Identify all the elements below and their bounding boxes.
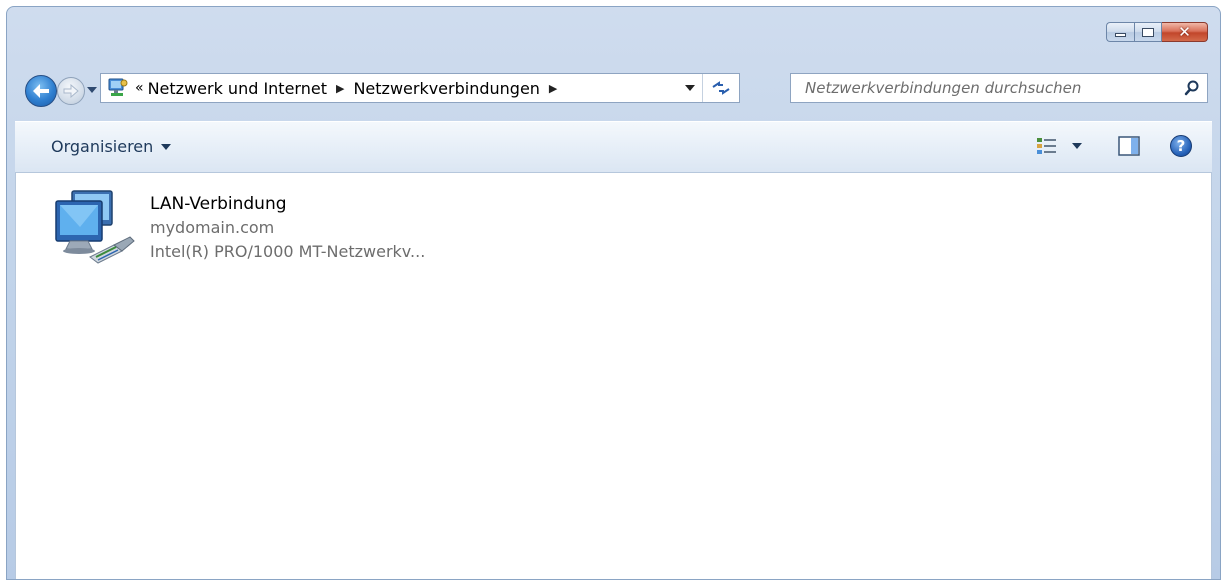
refresh-icon <box>712 81 730 95</box>
organize-button[interactable]: Organisieren <box>51 137 172 156</box>
breadcrumb-netzwerkverbindungen[interactable]: Netzwerkverbindungen <box>353 79 539 98</box>
organize-label: Organisieren <box>51 137 154 156</box>
content-area: LAN-Verbindung mydomain.com Intel(R) PRO… <box>15 173 1212 579</box>
minimize-icon <box>1115 33 1126 37</box>
recent-pages-dropdown[interactable] <box>87 87 97 93</box>
maximize-icon <box>1142 27 1154 37</box>
change-view-button[interactable] <box>1036 136 1082 156</box>
address-bar[interactable]: « Netzwerk und Internet ▶ Netzwerkverbin… <box>100 73 740 103</box>
command-bar: Organisieren ? <box>15 121 1212 173</box>
network-adapter-icon <box>50 187 138 273</box>
preview-pane-icon <box>1118 136 1140 156</box>
navigation-bar: « Netzwerk und Internet ▶ Netzwerkverbin… <box>7 69 1220 107</box>
connection-name: LAN-Verbindung <box>150 194 287 214</box>
breadcrumb-separator-icon[interactable]: ▶ <box>336 82 344 95</box>
address-overflow[interactable]: « <box>135 80 144 96</box>
maximize-button[interactable] <box>1134 22 1162 42</box>
chevron-down-icon <box>161 143 172 150</box>
minimize-button[interactable] <box>1106 22 1134 42</box>
breadcrumb-netzwerk-und-internet[interactable]: Netzwerk und Internet <box>148 79 327 98</box>
close-button[interactable]: ✕ <box>1162 22 1208 42</box>
back-button[interactable] <box>25 75 57 107</box>
caption-buttons: ✕ <box>1106 22 1208 42</box>
view-details-icon <box>1037 138 1056 154</box>
network-folder-icon <box>107 77 129 99</box>
arrow-right-icon <box>63 84 79 98</box>
list-item[interactable]: LAN-Verbindung mydomain.com Intel(R) PRO… <box>50 187 425 273</box>
refresh-button[interactable] <box>702 74 739 102</box>
connection-device: Intel(R) PRO/1000 MT-Netzwerkv... <box>150 242 426 261</box>
help-icon: ? <box>1176 137 1186 155</box>
arrow-left-icon <box>33 84 49 98</box>
forward-button[interactable] <box>57 77 85 105</box>
breadcrumb-separator-icon[interactable]: ▶ <box>549 82 557 95</box>
connection-status: mydomain.com <box>150 218 275 237</box>
explorer-window: ✕ « Netzwerk und Internet ▶ Netzwerkverb… <box>6 6 1221 580</box>
preview-pane-button[interactable] <box>1118 136 1140 156</box>
search-input[interactable]: Netzwerkverbindungen durchsuchen <box>791 79 1177 97</box>
close-icon: ✕ <box>1178 22 1191 41</box>
help-button[interactable]: ? <box>1170 135 1192 157</box>
view-dropdown-icon[interactable] <box>1072 143 1082 149</box>
search-icon[interactable] <box>1177 80 1207 96</box>
address-dropdown-icon[interactable] <box>685 85 695 91</box>
search-box[interactable]: Netzwerkverbindungen durchsuchen <box>790 73 1208 103</box>
